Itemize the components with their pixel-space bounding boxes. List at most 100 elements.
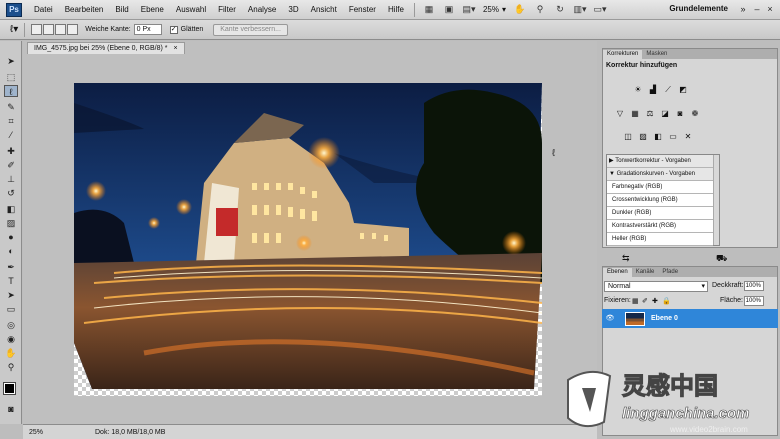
eye-icon[interactable]: 👁: [605, 314, 615, 324]
rotate-view-icon[interactable]: ↻: [553, 4, 567, 16]
brush-tool-icon[interactable]: ✐: [4, 159, 18, 171]
minibridge-icon[interactable]: ▣: [442, 4, 456, 16]
blend-mode-select[interactable]: Normal ▾: [604, 281, 708, 292]
marquee-tool-icon[interactable]: ⬚: [4, 71, 18, 83]
view-extras-icon[interactable]: ▤▾: [462, 4, 476, 16]
lasso-tool-icon[interactable]: ℓ: [4, 85, 18, 97]
eraser-tool-icon[interactable]: ◧: [4, 203, 18, 215]
preset-item[interactable]: Kontrastverstärkt (RGB): [607, 220, 713, 233]
feather-input[interactable]: 0 Px: [133, 24, 162, 35]
3d-rotate-tool-icon[interactable]: ◎: [4, 319, 18, 331]
color-balance-icon[interactable]: ⚖: [644, 108, 656, 119]
menu-ansicht[interactable]: Ansicht: [305, 5, 343, 14]
gradient-tool-icon[interactable]: ▨: [4, 217, 18, 229]
layer-name: Ebene 0: [651, 315, 678, 322]
hand-tool-icon[interactable]: ✋: [513, 4, 527, 16]
move-tool-icon[interactable]: ➤: [4, 55, 18, 67]
subtract-selection-mode[interactable]: [55, 24, 67, 35]
lock-image-icon[interactable]: ✐: [642, 297, 648, 305]
refine-edge-button[interactable]: Kante verbessern...: [213, 23, 288, 36]
lasso-tool-preset-icon[interactable]: ℓ▾: [10, 24, 18, 35]
levels-icon[interactable]: ▟: [647, 84, 659, 95]
brightness-icon[interactable]: ☀: [632, 84, 644, 95]
preset-group-levels[interactable]: ▶ Tonwertkorrektur - Vorgaben: [607, 155, 713, 168]
clip-to-layer-icon[interactable]: ⇆: [622, 253, 630, 264]
double-arrow-icon[interactable]: »: [737, 4, 749, 15]
fill-input[interactable]: 100%: [744, 296, 764, 306]
bridge-icon[interactable]: ▦: [422, 4, 436, 16]
lock-position-icon[interactable]: ✚: [652, 297, 658, 305]
zoom-tool-icon[interactable]: ⚲: [533, 4, 547, 16]
invert-icon[interactable]: ◫: [622, 131, 634, 142]
lock-all-icon[interactable]: 🔒: [662, 297, 671, 305]
menu-hilfe[interactable]: Hilfe: [382, 5, 410, 14]
quick-selection-tool-icon[interactable]: ✎: [4, 101, 18, 113]
preset-group-curves[interactable]: ▼ Gradationskurven - Vorgaben: [607, 168, 713, 181]
pen-tool-icon[interactable]: ✒: [4, 261, 18, 273]
presets-scrollbar[interactable]: [713, 155, 719, 245]
tab-korrekturen[interactable]: Korrekturen: [603, 50, 643, 59]
gradient-map-icon[interactable]: ▭: [667, 131, 679, 142]
menu-fenster[interactable]: Fenster: [343, 5, 382, 14]
menu-filter[interactable]: Filter: [212, 5, 242, 14]
quick-mask-icon[interactable]: ◙: [4, 403, 18, 415]
tab-pfade[interactable]: Pfade: [658, 268, 682, 277]
menu-auswahl[interactable]: Auswahl: [170, 5, 212, 14]
foreground-color-swatch[interactable]: [3, 382, 16, 395]
shape-tool-icon[interactable]: ▭: [4, 303, 18, 315]
antialias-checkbox[interactable]: ✓: [169, 25, 178, 34]
history-brush-tool-icon[interactable]: ↺: [4, 187, 18, 199]
status-zoom[interactable]: 25%: [29, 429, 55, 436]
screen-mode-icon[interactable]: ▭▾: [593, 4, 607, 16]
clone-stamp-tool-icon[interactable]: ⊥: [4, 173, 18, 185]
workspace-switcher[interactable]: Grundelemente: [669, 4, 728, 13]
preset-item[interactable]: Crossentwicklung (RGB): [607, 194, 713, 207]
opacity-input[interactable]: 100%: [744, 281, 764, 291]
intersect-selection-mode[interactable]: [67, 24, 79, 35]
zoom-tool-icon[interactable]: ⚲: [4, 361, 18, 373]
eyedropper-tool-icon[interactable]: ⁄: [4, 129, 18, 141]
path-selection-tool-icon[interactable]: ➤: [4, 289, 18, 301]
arrange-documents-icon[interactable]: ▥▾: [573, 4, 587, 16]
close-document-icon[interactable]: ×: [173, 43, 177, 54]
hue-saturation-icon[interactable]: ▦: [629, 108, 641, 119]
exposure-icon[interactable]: ◩: [677, 84, 689, 95]
vibrance-icon[interactable]: ▽: [614, 108, 626, 119]
hand-tool-icon[interactable]: ✋: [4, 347, 18, 359]
selective-color-icon[interactable]: ✕: [682, 131, 694, 142]
threshold-icon[interactable]: ◧: [652, 131, 664, 142]
menu-3d[interactable]: 3D: [282, 5, 304, 14]
photo-filter-icon[interactable]: ◙: [674, 108, 686, 119]
lock-transparency-icon[interactable]: ▦: [632, 297, 639, 305]
healing-brush-tool-icon[interactable]: ✚: [4, 145, 18, 157]
type-tool-icon[interactable]: T: [4, 275, 18, 287]
menu-analyse[interactable]: Analyse: [242, 5, 282, 14]
menu-datei[interactable]: Datei: [28, 5, 59, 14]
dodge-tool-icon[interactable]: ◐: [4, 245, 18, 257]
3d-orbit-tool-icon[interactable]: ◉: [4, 333, 18, 345]
channel-mixer-icon[interactable]: ❁: [689, 108, 701, 119]
panel-options-icon[interactable]: ⛟: [716, 253, 727, 265]
zoom-select[interactable]: 25% ▾: [479, 5, 510, 14]
crop-tool-icon[interactable]: ⌗: [4, 115, 18, 127]
minimize-icon[interactable]: –: [751, 4, 763, 15]
preset-item[interactable]: Dunkler (RGB): [607, 207, 713, 220]
preset-item[interactable]: Heller (RGB): [607, 233, 713, 246]
add-selection-mode[interactable]: [43, 24, 55, 35]
menu-bild[interactable]: Bild: [109, 5, 134, 14]
close-icon[interactable]: ×: [764, 4, 776, 15]
tab-kanaele[interactable]: Kanäle: [632, 268, 659, 277]
layer-row[interactable]: 👁 Ebene 0: [602, 309, 778, 328]
posterize-icon[interactable]: ▨: [637, 131, 649, 142]
document-tab[interactable]: IMG_4575.jpg bei 25% (Ebene 0, RGB/8) * …: [27, 42, 185, 54]
tab-ebenen[interactable]: Ebenen: [603, 268, 632, 277]
blur-tool-icon[interactable]: ●: [4, 231, 18, 243]
black-white-icon[interactable]: ◪: [659, 108, 671, 119]
curves-icon[interactable]: ⟋: [662, 84, 674, 95]
menu-ebene[interactable]: Ebene: [135, 5, 170, 14]
new-selection-mode[interactable]: [31, 24, 43, 35]
preset-item[interactable]: Farbnegativ (RGB): [607, 181, 713, 194]
tab-masken[interactable]: Masken: [642, 50, 671, 59]
document-canvas[interactable]: [74, 83, 542, 396]
menu-bearbeiten[interactable]: Bearbeiten: [59, 5, 110, 14]
